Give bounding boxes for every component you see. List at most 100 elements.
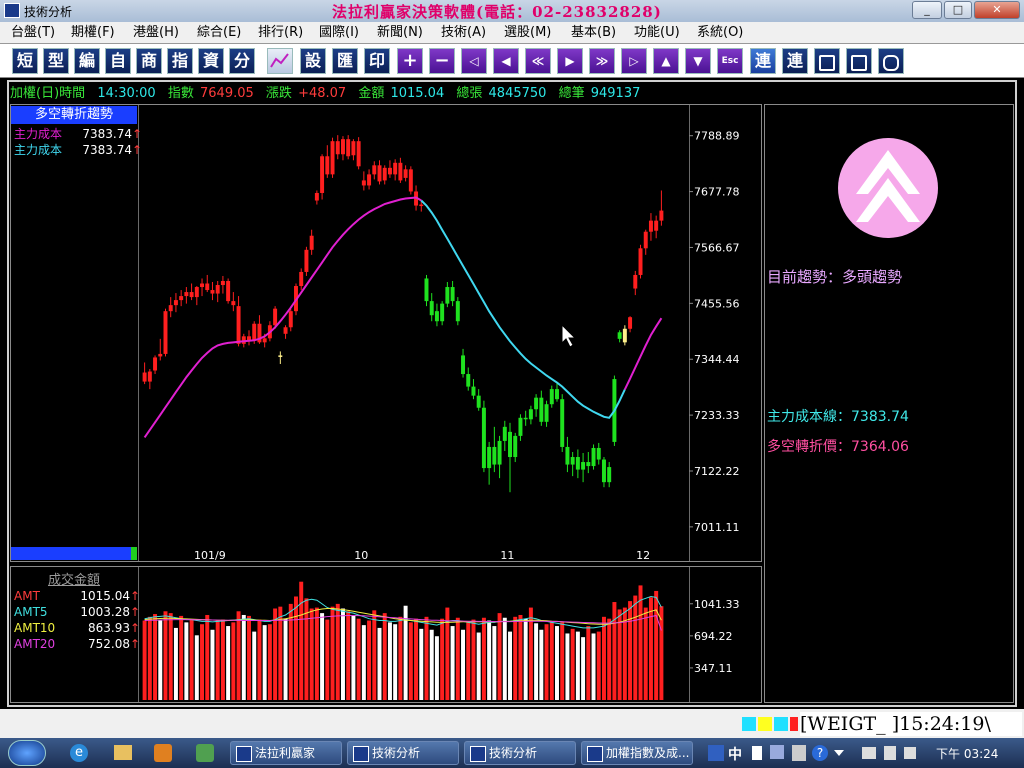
candle-body [560, 399, 565, 447]
candle-body [335, 141, 340, 155]
keyboard-icon[interactable] [708, 745, 724, 761]
price-y-tick: 7011.11 [694, 521, 740, 534]
candle-body [638, 248, 643, 275]
candle-body [382, 167, 387, 181]
cost-line-bear-segment [420, 199, 626, 419]
ie-icon[interactable]: e [70, 744, 88, 762]
candle-body [153, 357, 158, 371]
candle-body [539, 397, 544, 422]
ime-indicator[interactable]: 中 [728, 744, 742, 764]
help-icon[interactable]: ? [812, 745, 828, 761]
taskbar-task-label: 法拉利贏家 [255, 746, 316, 760]
mouse-cursor-icon [561, 323, 577, 348]
candle-body [513, 435, 518, 458]
task-app-icon [353, 746, 369, 762]
volume-legend-arrow: ↑ [130, 605, 141, 619]
taskbar-task-3[interactable]: 加權指數及成... [581, 741, 693, 765]
folder-icon[interactable] [114, 745, 132, 760]
media-icon[interactable] [154, 744, 172, 762]
candle-body [346, 139, 351, 157]
volume-icon[interactable] [884, 746, 896, 760]
candle-body [492, 446, 497, 465]
volume-legend: AMT 1015.04↑ AMT5 1003.28↑ AMT10 863.93↑ AMT20… [14, 588, 140, 652]
trend-value: 多頭趨勢 [842, 268, 903, 286]
task-app-icon [236, 746, 252, 762]
taskbar-task-label: 技術分析 [372, 746, 421, 760]
candle-body [377, 165, 382, 182]
candle-body [487, 446, 492, 469]
candle-body [340, 139, 345, 155]
taskbar-clock: 下午 03:24 [936, 747, 999, 761]
candle-body [523, 417, 528, 420]
ime-shape-icon[interactable] [752, 746, 762, 760]
tray-expand-icon[interactable] [834, 750, 844, 756]
candle-body [173, 300, 178, 306]
status-color-1 [742, 717, 756, 731]
taskbar-task-0[interactable]: 法拉利贏家 [230, 741, 342, 765]
ime-mode-icon[interactable] [770, 745, 784, 759]
candle-body [220, 280, 225, 286]
status-color-3 [774, 717, 788, 731]
volume-legend-arrow: ↑ [130, 637, 141, 651]
price-x-tick: 11 [500, 549, 514, 562]
candle-body [643, 231, 648, 249]
candle-body [581, 462, 586, 470]
candle-body [367, 174, 372, 186]
cost-line-row: 主力成本線：7383.74 [767, 406, 909, 426]
taskbar-task-1[interactable]: 技術分析 [347, 741, 459, 765]
candle-body [549, 389, 554, 405]
status-bar: [WEIGT_ ]15:24:19\ [0, 709, 1024, 738]
candle-body [142, 372, 147, 382]
candle-body [304, 249, 309, 272]
candle-body [497, 440, 502, 465]
candle-body [361, 180, 366, 186]
candle-body [299, 271, 304, 287]
candle-body [189, 292, 194, 298]
candle-body [628, 317, 633, 329]
candle-body [314, 192, 319, 201]
candle-body [518, 417, 523, 436]
candle-body [163, 311, 168, 354]
task-app-icon [587, 746, 603, 762]
candle-body [184, 292, 189, 297]
candle-body [648, 220, 653, 232]
candle-body [596, 447, 601, 460]
taskbar-task-2[interactable]: 技術分析 [464, 741, 576, 765]
app-icon[interactable] [196, 744, 214, 762]
price-y-tick: 7233.33 [694, 409, 740, 422]
ime-pad-icon[interactable] [792, 745, 806, 761]
candle-body [179, 296, 184, 301]
candle-body [555, 389, 559, 400]
start-button[interactable] [8, 740, 46, 766]
candle-body [461, 355, 466, 375]
candle-body [231, 301, 236, 306]
price-x-tick: 12 [636, 549, 650, 562]
price-y-tick: 7344.44 [694, 353, 740, 366]
network-icon[interactable] [862, 747, 876, 759]
candle-body [419, 204, 424, 207]
candle-body [508, 431, 512, 458]
candle-body [408, 169, 413, 192]
candle-body [278, 355, 283, 357]
candle-body [356, 141, 361, 167]
candle-body [262, 338, 267, 343]
trend-label: 目前趨勢： [767, 268, 843, 286]
volume-legend-value: 752.08 [88, 637, 130, 651]
candle-body [393, 162, 398, 175]
candle-body [429, 301, 434, 316]
candle-body [424, 278, 429, 302]
turn-price-row: 多空轉折價：7364.06 [767, 436, 909, 456]
candle-body [476, 395, 481, 408]
candle-body [481, 407, 486, 469]
price-x-tick: 10 [354, 549, 368, 562]
candle-body [273, 308, 278, 326]
cost-line-bull-segment [143, 196, 422, 438]
volume-legend-name: AMT20 [14, 637, 56, 651]
cost-line-label: 主力成本線： [767, 409, 851, 425]
trend-row: 目前趨勢：多頭趨勢 [767, 266, 902, 287]
candle-body [194, 287, 199, 298]
tray-app-icon[interactable] [904, 747, 916, 759]
candle-body [617, 332, 622, 339]
candle-body [283, 327, 288, 334]
price-y-tick: 7455.56 [694, 297, 740, 310]
